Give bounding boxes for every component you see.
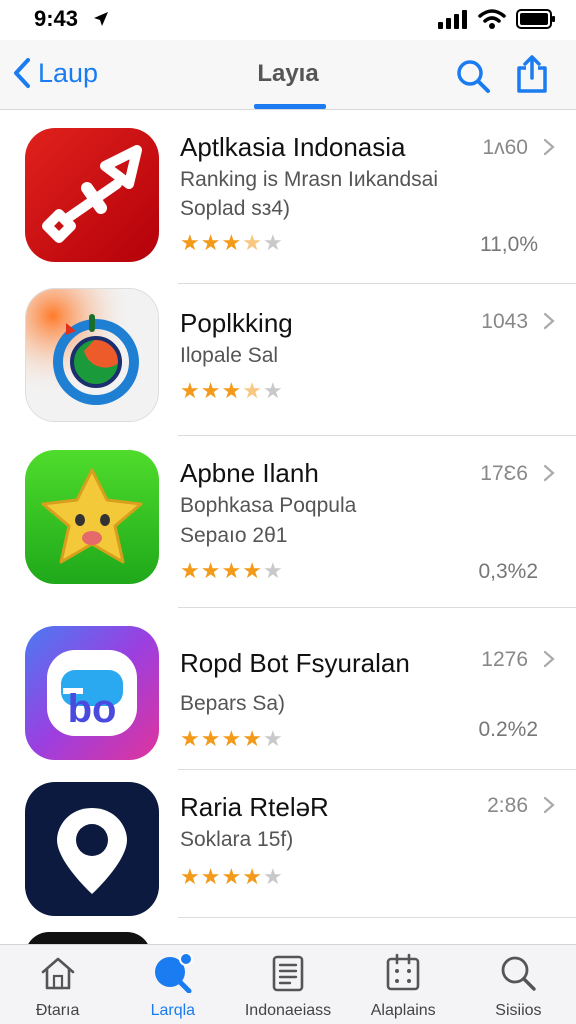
star-icon: ★ <box>221 378 243 403</box>
app-count: 1043 <box>481 310 528 333</box>
red-wrench-icon <box>25 128 159 262</box>
location-arrow-icon <box>94 12 108 26</box>
app-list: Aptlkasia Indonasia Ranking is Mrasn Iиk… <box>0 110 576 944</box>
star-icon: ★ <box>242 558 263 583</box>
rating-stars: ★★★★★ <box>180 230 284 256</box>
app-count: 17Ɛ6 <box>480 462 528 485</box>
app-count: 1ᴧ60 <box>482 136 528 159</box>
tab-search[interactable]: Sisiios <box>461 945 576 1024</box>
app-name: Ropd Bot Fsyuralan <box>180 648 410 678</box>
tab-list[interactable]: Indonaeiass <box>230 945 345 1024</box>
app-row[interactable]: Poplkking Ilopale Sal ★★★★★ 1043 <box>0 284 576 436</box>
svg-text:bo: bo <box>68 687 117 731</box>
app-name: Aptlkasia Indonasia <box>180 132 406 162</box>
rating-stars: ★★★★★ <box>180 558 284 584</box>
star-icon: ★ <box>200 558 222 583</box>
star-icon: ★ <box>180 230 201 255</box>
tab-bar: Ðtarıa Larqla Indonaeiass Alaplains Sisi… <box>0 944 576 1024</box>
home-icon <box>41 957 74 990</box>
tab-label: Ðtarıa <box>35 1002 80 1019</box>
chevron-right-icon <box>543 464 555 482</box>
tab-home[interactable]: Ðtarıa <box>0 945 115 1024</box>
app-count: 2:86 <box>487 794 528 817</box>
cellular-signal-icon <box>438 10 467 29</box>
app-row[interactable]: Raria RtelәR Soklara 15f) ★★★★★ 2:86 <box>0 770 576 918</box>
star-icon: ★ <box>180 378 201 403</box>
tab-label: Alaplains <box>370 1002 436 1019</box>
app-name: Raria RtelәR <box>180 792 329 822</box>
star-icon: ★ <box>262 558 284 583</box>
star-icon: ★ <box>221 726 243 751</box>
star-icon: ★ <box>262 864 284 889</box>
star-icon: ★ <box>180 864 201 889</box>
app-subtitle: Bophkasa Poqpula <box>180 494 357 517</box>
title-underline <box>254 104 326 109</box>
chevron-right-icon <box>543 796 555 814</box>
star-icon: ★ <box>200 864 222 889</box>
chevron-right-icon <box>543 138 555 156</box>
app-row[interactable]: Apbne Ilanh Bophkasa Poqpula Sepaıo 2θ1 … <box>0 436 576 608</box>
search-icon[interactable] <box>455 58 491 94</box>
star-icon: ★ <box>242 864 263 889</box>
app-row[interactable]: Aptlkasia Indonasia Ranking is Mrasn Iиk… <box>0 110 576 284</box>
star-icon: ★ <box>221 558 243 583</box>
star-face-icon <box>25 450 159 584</box>
bo-logo-icon: bo <box>25 626 159 760</box>
battery-icon <box>516 9 555 29</box>
chevron-right-icon <box>543 650 555 668</box>
next-app-icon <box>25 932 151 944</box>
star-icon: ★ <box>262 378 284 403</box>
target-circle-icon <box>25 288 159 422</box>
apps-grid-icon <box>386 953 420 991</box>
star-icon: ★ <box>200 726 222 751</box>
navigation-bar: Laup Layıa <box>0 40 576 110</box>
app-subtitle-secondary: Soplad sз4) <box>180 197 291 220</box>
app-name: Apbne Ilanh <box>180 458 319 488</box>
app-percent: 11,0% <box>480 233 538 256</box>
status-time: 9:43 <box>34 6 79 31</box>
list-document-icon <box>272 955 304 992</box>
star-icon: ★ <box>221 864 243 889</box>
search-bubble-icon <box>154 953 193 993</box>
star-icon: ★ <box>262 726 284 751</box>
app-percent: 0,3%2 <box>478 560 538 583</box>
tab-label: Larqla <box>150 1002 196 1019</box>
rating-stars: ★★★★★ <box>180 378 284 404</box>
star-icon: ★ <box>242 726 263 751</box>
star-icon: ★ <box>200 230 222 255</box>
rating-stars: ★★★★★ <box>180 864 284 890</box>
star-icon: ★ <box>242 378 263 403</box>
tab-search-active[interactable]: Larqla <box>115 945 230 1024</box>
tab-label: Sisiios <box>495 1002 542 1019</box>
search-icon <box>502 956 537 991</box>
wifi-icon <box>478 9 506 29</box>
star-icon: ★ <box>180 726 201 751</box>
app-subtitle: Ranking is Mrasn Iиkandsai <box>180 168 439 191</box>
star-icon: ★ <box>242 230 263 255</box>
star-icon: ★ <box>180 558 201 583</box>
app-subtitle: Bepars Sa) <box>180 692 286 715</box>
app-name: Poplkking <box>180 308 293 338</box>
tab-label: Indonaeiass <box>244 1002 332 1019</box>
app-subtitle: Soklara 15f) <box>180 828 294 851</box>
rating-stars: ★★★★★ <box>180 726 284 752</box>
location-pin-icon <box>25 782 159 916</box>
row-divider <box>178 917 576 918</box>
chevron-right-icon <box>543 312 555 330</box>
app-count: 1276 <box>481 648 528 671</box>
status-bar: 9:43 <box>0 0 576 40</box>
app-subtitle: Ilopale Sal <box>180 344 279 367</box>
star-icon: ★ <box>262 230 284 255</box>
star-icon: ★ <box>200 378 222 403</box>
app-subtitle-secondary: Sepaıo 2θ1 <box>180 524 288 547</box>
star-icon: ★ <box>221 230 243 255</box>
tab-apps[interactable]: Alaplains <box>346 945 461 1024</box>
app-row[interactable]: bo Ropd Bot Fsyuralan Bepars Sa) ★★★★★ 1… <box>0 608 576 770</box>
share-icon[interactable] <box>514 54 550 94</box>
app-percent: 0.2%2 <box>478 718 538 741</box>
